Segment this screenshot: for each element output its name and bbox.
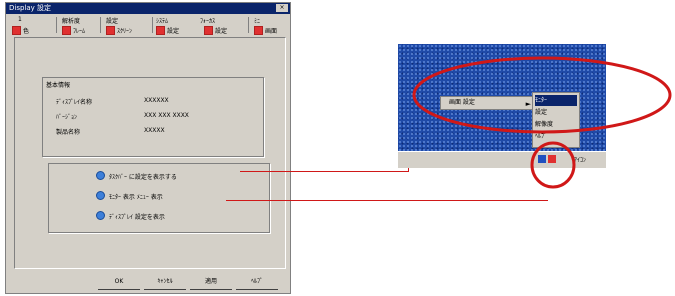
highlight-overlay xyxy=(412,56,672,189)
highlight-ellipse-menu xyxy=(412,56,672,134)
highlight-ellipse-tray xyxy=(530,141,576,189)
